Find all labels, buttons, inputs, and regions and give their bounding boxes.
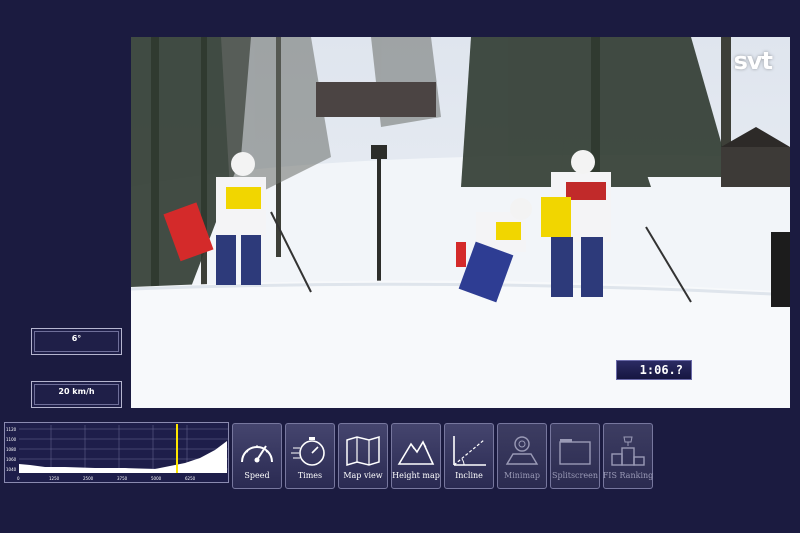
y-tick-label: 1120 (6, 427, 17, 432)
x-tick-label: 6250 (185, 476, 196, 481)
mountain-icon (397, 440, 435, 465)
x-tick-label: 0 (17, 476, 20, 481)
speed-button-label: Speed (244, 471, 270, 480)
fis-ranking-button-label: FIS Ranking (602, 471, 654, 480)
x-tick-label: 1250 (49, 476, 60, 481)
incline-readout: 6° (31, 328, 122, 355)
x-tick-label: 3750 (117, 476, 128, 481)
splitscreen-button-label: Splitscreen (552, 471, 598, 480)
x-tick-label: 2500 (83, 476, 94, 481)
incline-button-label: Incline (455, 471, 483, 480)
splitscreen-icon (559, 439, 591, 465)
broadcast-video[interactable]: svt 1:06.? (131, 37, 790, 408)
height-map-button[interactable]: Height map (391, 423, 441, 489)
map-icon (346, 435, 380, 467)
times-button[interactable]: Times (285, 423, 335, 489)
incline-icon (453, 436, 486, 466)
y-tick-label: 1060 (6, 457, 17, 462)
elevation-profile[interactable]: 1120 1100 1080 1060 1040 0 1250 2500 375… (4, 422, 229, 483)
map-view-button[interactable]: Map view (338, 423, 388, 489)
race-timer: 1:06.? (616, 360, 692, 380)
minimap-icon (505, 436, 539, 465)
height-map-button-label: Height map (392, 471, 440, 480)
y-tick-label: 1040 (6, 467, 17, 472)
speedometer-icon (241, 445, 273, 463)
incline-button[interactable]: Incline (444, 423, 494, 489)
elevation-profile-chart: 1120 1100 1080 1060 1040 0 1250 2500 375… (6, 424, 228, 481)
x-tick-label: 5000 (151, 476, 162, 481)
podium-icon (611, 436, 645, 466)
elevation-profile-area (19, 441, 227, 473)
map-view-button-label: Map view (343, 471, 383, 480)
speed-button[interactable]: Speed (232, 423, 282, 489)
ski-race-scene (131, 37, 790, 408)
minimap-button[interactable]: Minimap (497, 423, 547, 489)
speed-readout: 20 km/h (31, 381, 122, 408)
minimap-button-label: Minimap (504, 471, 540, 480)
y-tick-label: 1080 (6, 447, 17, 452)
stopwatch-icon (291, 437, 325, 466)
fis-ranking-button[interactable]: FIS Ranking (603, 423, 653, 489)
splitscreen-button[interactable]: Splitscreen (550, 423, 600, 489)
y-tick-label: 1100 (6, 437, 17, 442)
times-button-label: Times (297, 471, 323, 480)
broadcaster-logo: svt (733, 47, 773, 75)
